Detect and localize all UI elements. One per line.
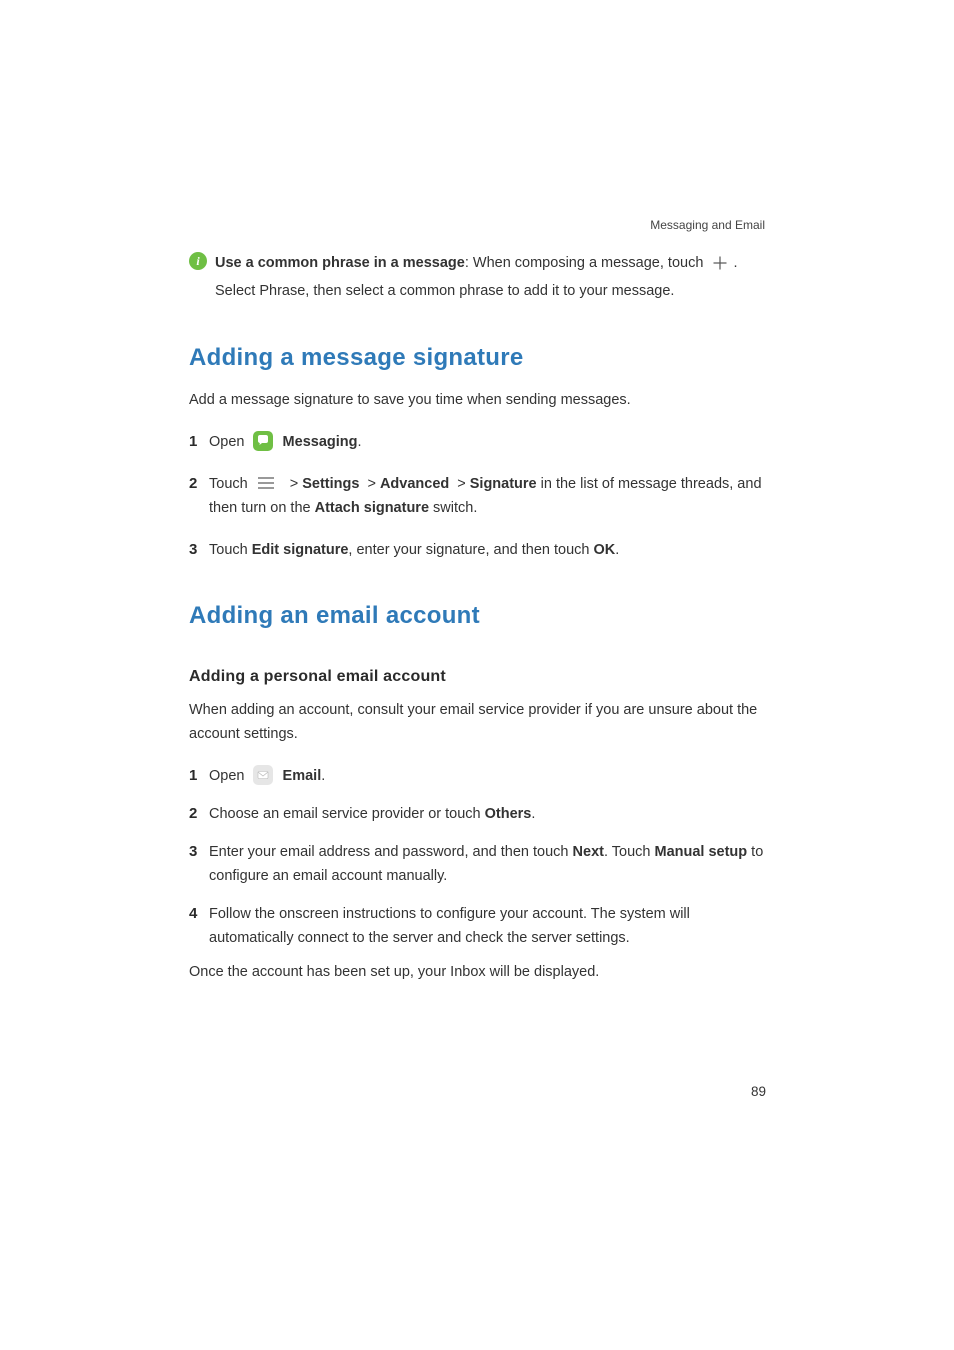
settings-label: Settings <box>302 476 359 492</box>
closing-text: Once the account has been set up, your I… <box>189 960 765 984</box>
tip-text-fragment: . <box>733 255 737 271</box>
advanced-label: Advanced <box>380 476 449 492</box>
email-app-icon <box>253 765 273 785</box>
page-number: 89 <box>751 1084 766 1099</box>
step-number: 1 <box>189 430 209 454</box>
heading-add-signature: Adding a message signature <box>189 344 765 372</box>
plus-icon <box>711 254 729 272</box>
closing-fragment: Once the account has been set up, your <box>189 964 450 980</box>
step-text: . <box>531 806 535 822</box>
step-text: Choose an email service provider or touc… <box>209 806 485 822</box>
tip-text-fragment: Select <box>215 283 259 299</box>
step-number: 2 <box>189 472 209 496</box>
email-app-label: Email <box>283 768 322 784</box>
tip-line-2: Select Phrase, then select a common phra… <box>215 278 765 304</box>
inbox-label: Inbox <box>450 964 485 980</box>
step-3-email: 3 Enter your email address and password,… <box>189 840 765 888</box>
messaging-app-label: Messaging <box>283 434 358 450</box>
step-number: 3 <box>189 538 209 562</box>
step-2-email: 2 Choose an email service provider or to… <box>189 802 765 826</box>
step-body: Touch >Settings >Advanced >Signature in … <box>209 472 765 520</box>
tip-text-fragment: : When composing a message, touch <box>465 255 704 271</box>
breadcrumb-separator: > <box>457 476 465 492</box>
step-text: . <box>357 434 361 450</box>
step-2-signature: 2 Touch >Settings >Advanced >Signature i… <box>189 472 765 520</box>
step-number: 4 <box>189 902 209 926</box>
phrase-label: Phrase <box>259 283 305 299</box>
tip-line-1: Use a common phrase in a message: When c… <box>215 250 737 276</box>
document-page: Messaging and Email i Use a common phras… <box>0 0 954 1350</box>
step-1-email: 1 Open Email. <box>189 764 765 788</box>
tip-text-fragment: , then select a common phrase to add it … <box>305 283 674 299</box>
attach-signature-label: Attach signature <box>315 500 429 516</box>
step-body: Enter your email address and password, a… <box>209 840 765 888</box>
signature-intro: Add a message signature to save you time… <box>189 388 765 412</box>
step-body: Choose an email service provider or touc… <box>209 802 765 826</box>
step-text: switch. <box>429 500 477 516</box>
step-body: Open Email. <box>209 764 765 788</box>
hamburger-menu-icon <box>256 476 276 490</box>
step-text: Follow the onscreen instructions to conf… <box>209 906 690 946</box>
info-icon: i <box>189 252 207 270</box>
subheading-personal-email: Adding a personal email account <box>189 668 765 686</box>
step-number: 2 <box>189 802 209 826</box>
step-number: 3 <box>189 840 209 864</box>
tip-block: i Use a common phrase in a message: When… <box>189 250 765 304</box>
step-text: . <box>615 542 619 558</box>
step-text: Open <box>209 434 244 450</box>
content-area: i Use a common phrase in a message: When… <box>189 250 765 984</box>
step-text: . Touch <box>604 844 655 860</box>
step-text: . <box>321 768 325 784</box>
step-text: Enter your email address and password, a… <box>209 844 573 860</box>
next-label: Next <box>573 844 604 860</box>
ok-label: OK <box>593 542 615 558</box>
breadcrumb-separator: > <box>290 476 298 492</box>
step-body: Follow the onscreen instructions to conf… <box>209 902 765 950</box>
step-text: , enter your signature, and then touch <box>348 542 593 558</box>
manual-setup-label: Manual setup <box>655 844 748 860</box>
tip-title: Use a common phrase in a message <box>215 255 465 271</box>
step-number: 1 <box>189 764 209 788</box>
step-body: Touch Edit signature, enter your signatu… <box>209 538 765 562</box>
messaging-app-icon <box>253 431 273 451</box>
email-intro: When adding an account, consult your ema… <box>189 698 765 746</box>
edit-signature-label: Edit signature <box>252 542 349 558</box>
heading-add-email: Adding an email account <box>189 602 765 630</box>
closing-fragment: will be displayed. <box>486 964 600 980</box>
step-3-signature: 3 Touch Edit signature, enter your signa… <box>189 538 765 562</box>
step-1-signature: 1 Open Messaging. <box>189 430 765 454</box>
step-4-email: 4 Follow the onscreen instructions to co… <box>189 902 765 950</box>
others-label: Others <box>485 806 532 822</box>
step-text: Touch <box>209 476 248 492</box>
step-text: Open <box>209 768 244 784</box>
step-body: Open Messaging. <box>209 430 765 454</box>
step-text: Touch <box>209 542 252 558</box>
running-header: Messaging and Email <box>650 218 765 232</box>
breadcrumb-separator: > <box>367 476 375 492</box>
signature-label: Signature <box>470 476 537 492</box>
